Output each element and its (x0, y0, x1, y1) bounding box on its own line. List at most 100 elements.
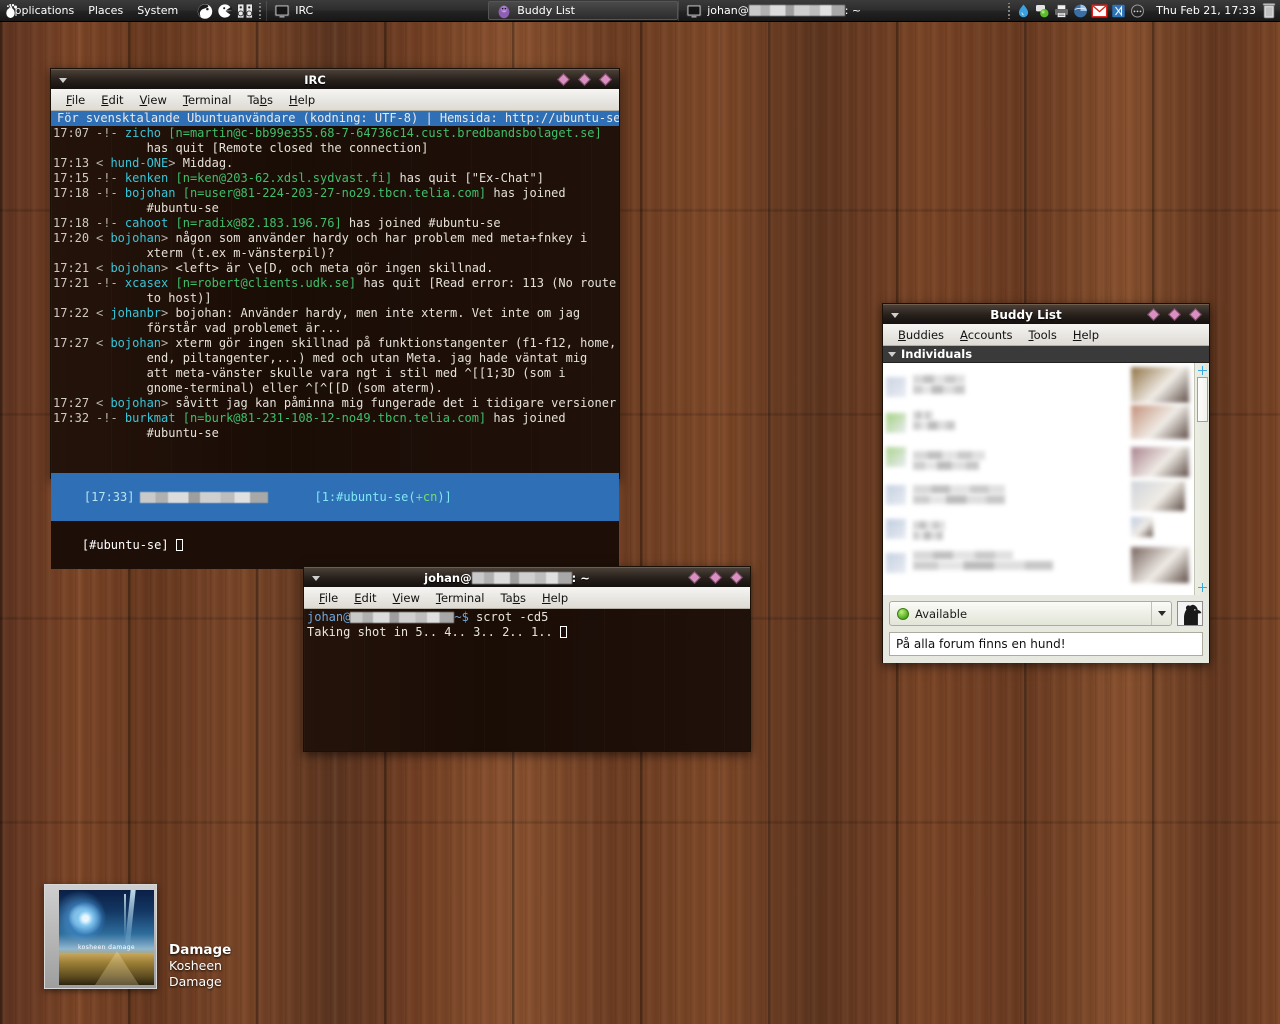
irc-window-buttons (557, 73, 619, 86)
menu-view[interactable]: View (132, 90, 175, 110)
buddy-group-label: Individuals (901, 347, 973, 361)
terminal-window[interactable]: johan@: ~ File Edit View Terminal Tabs H… (303, 566, 751, 752)
close-button[interactable] (730, 571, 743, 584)
irc-titlebar[interactable]: IRC (51, 69, 619, 89)
status-selector[interactable]: Available (889, 601, 1172, 626)
redacted-hostname (748, 5, 845, 16)
update-manager-tray-icon[interactable] (1072, 3, 1089, 19)
task-button-terminal[interactable]: johan@: ~ (678, 0, 938, 21)
buddy-list-rows[interactable] (883, 363, 1194, 595)
firefox-icon[interactable] (196, 2, 214, 20)
irc-menubar: File Edit View Terminal Tabs Help (51, 89, 619, 111)
chat-tray-icon[interactable] (1034, 3, 1051, 19)
network-tray-icon[interactable] (1129, 3, 1146, 19)
trash-icon[interactable] (1262, 2, 1276, 19)
irc-line: 17:15 -!- kenken [n=ken@203-62.xdsl.sydva… (53, 171, 544, 185)
irc-line: 17:27 < bojohan> såvitt jag kan påminna m… (53, 396, 619, 410)
tray-drag-handle[interactable] (1007, 2, 1013, 19)
deluge-tray-icon[interactable] (1015, 3, 1032, 19)
window-menu-icon[interactable] (308, 570, 324, 586)
gnome-foot-icon[interactable] (4, 3, 20, 19)
terminal-output-text: Taking shot in 5.. 4.. 3.. 2.. 1.. (307, 625, 560, 639)
irc-line: att meta-vänster skulle vara ngt i stil … (96, 366, 566, 380)
minimize-button[interactable] (688, 571, 701, 584)
task-label-irc: IRC (295, 4, 314, 17)
close-button[interactable] (1189, 308, 1202, 321)
terminal-output-area[interactable]: johan@ ~$ scrot -cd5 Taking shot in 5.. 4… (304, 609, 750, 751)
album-art-beam (125, 890, 137, 946)
menu-tabs[interactable]: Tabs (239, 90, 280, 110)
menu-places[interactable]: Places (81, 0, 130, 21)
buddy-list-item[interactable] (883, 545, 1194, 587)
scroll-up-arrow-icon[interactable] (1198, 366, 1207, 375)
status-dropdown-button[interactable] (1151, 602, 1171, 625)
text-cursor (175, 539, 183, 551)
irc-terminal-window[interactable]: IRC File Edit View Terminal Tabs Help Fö… (50, 68, 620, 569)
buddy-list-window[interactable]: Buddy List Buddies Accounts Tools Help I… (882, 303, 1210, 663)
gmail-notifier-tray-icon[interactable] (1091, 3, 1108, 19)
maximize-button[interactable] (578, 73, 591, 86)
buddy-list-body[interactable] (883, 363, 1209, 595)
buddy-list-titlebar[interactable]: Buddy List (883, 304, 1209, 324)
buddy-list-item[interactable] (883, 479, 1194, 513)
window-menu-icon[interactable] (55, 72, 71, 88)
menu-accounts[interactable]: Accounts (952, 325, 1020, 345)
status-row: Available (889, 601, 1203, 626)
terminal-output-line: Taking shot in 5.. 4.. 3.. 2.. 1.. (307, 625, 747, 640)
buddy-list-item[interactable] (883, 515, 1194, 545)
window-menu-icon[interactable] (887, 307, 903, 323)
blueman-tray-icon[interactable] (1110, 3, 1127, 19)
maximize-button[interactable] (1168, 308, 1181, 321)
buddy-name-redacted (913, 461, 979, 470)
irc-status-time: [17:33] (83, 490, 135, 504)
panel-drag-handle[interactable] (258, 2, 264, 19)
buddy-list-item[interactable] (883, 365, 1194, 403)
irc-output-area[interactable]: 17:07 -!- zicho [n=martin@c-bb99e355.68-7… (51, 126, 619, 473)
chevron-down-icon[interactable] (888, 351, 896, 357)
terminal-command: scrot -cd5 (476, 610, 549, 624)
irc-line: 17:20 < bojohan> någon som använder hardy… (53, 231, 588, 245)
terminal-titlebar[interactable]: johan@: ~ (304, 567, 750, 587)
clock[interactable]: Thu Feb 21, 17:33 (1150, 4, 1262, 17)
buddy-list-item[interactable] (883, 445, 1194, 479)
maximize-button[interactable] (709, 571, 722, 584)
task-button-irc[interactable]: IRC (266, 0, 488, 21)
scroll-down-arrow-icon[interactable] (1198, 583, 1207, 592)
task-button-buddy-list[interactable]: Buddy List (488, 1, 679, 20)
menu-edit[interactable]: Edit (346, 588, 384, 608)
minimize-button[interactable] (557, 73, 570, 86)
menu-file[interactable]: File (311, 588, 346, 608)
irc-line: 17:21 -!- xcasex [n=robert@clients.udk.se… (53, 276, 617, 290)
scrollbar-thumb[interactable] (1197, 377, 1208, 422)
menu-system[interactable]: System (130, 0, 185, 21)
buddy-list-scrollbar[interactable] (1194, 363, 1209, 595)
menu-view[interactable]: View (385, 588, 428, 608)
menu-help[interactable]: Help (534, 588, 576, 608)
menu-terminal[interactable]: Terminal (428, 588, 493, 608)
buddy-list-item[interactable] (883, 403, 1194, 439)
status-message-field[interactable]: På alla forum finns en hund! (889, 632, 1203, 656)
buddy-group-header[interactable]: Individuals (883, 346, 1209, 363)
menu-tools[interactable]: Tools (1020, 325, 1064, 345)
close-button[interactable] (599, 73, 612, 86)
buddy-status-icon (886, 553, 906, 573)
buddy-name-redacted (913, 385, 965, 394)
irc-input-line[interactable]: [#ubuntu-se] (51, 521, 619, 569)
avatar[interactable] (1177, 601, 1203, 626)
menu-help[interactable]: Help (281, 90, 323, 110)
irc-window-title: IRC (304, 72, 326, 87)
menu-edit[interactable]: Edit (93, 90, 131, 110)
menu-terminal[interactable]: Terminal (175, 90, 240, 110)
text-cursor (559, 626, 567, 638)
menu-help[interactable]: Help (1065, 325, 1107, 345)
menu-buddies[interactable]: Buddies (890, 325, 952, 345)
printer-tray-icon[interactable] (1053, 3, 1070, 19)
irc-line: 17:22 < johanbr> bojohan: Använder hardy,… (53, 306, 581, 320)
menu-file[interactable]: File (58, 90, 93, 110)
pidgin-icon[interactable] (216, 2, 234, 20)
status-available-icon (897, 607, 909, 620)
buddy-name-redacted (913, 521, 945, 530)
minimize-button[interactable] (1147, 308, 1160, 321)
volume-control-icon[interactable] (236, 2, 254, 20)
menu-tabs[interactable]: Tabs (492, 588, 533, 608)
